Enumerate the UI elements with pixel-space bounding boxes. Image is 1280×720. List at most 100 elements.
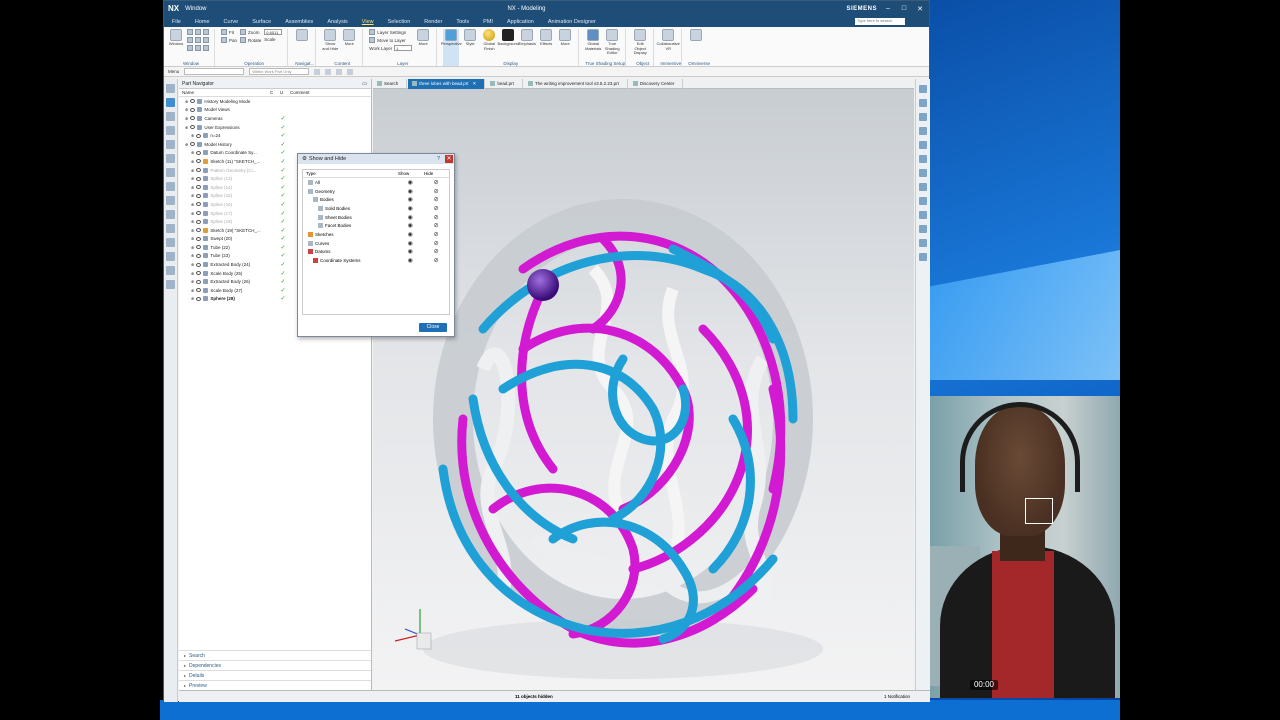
hide-eye-icon[interactable]: ⊘ bbox=[423, 214, 449, 221]
expand-icon[interactable]: ⊕ bbox=[185, 116, 188, 121]
layer-settings-button[interactable]: Layer Settings bbox=[369, 29, 412, 35]
view-tool-icon[interactable] bbox=[919, 225, 927, 233]
visibility-icon[interactable] bbox=[190, 116, 196, 121]
view-tool-icon[interactable] bbox=[919, 141, 927, 149]
constraint-navigator-icon[interactable] bbox=[166, 112, 175, 121]
column-u[interactable]: U bbox=[280, 90, 290, 95]
show-eye-icon[interactable]: ◉ bbox=[397, 205, 423, 212]
expand-icon[interactable]: ⊕ bbox=[191, 202, 194, 207]
panel-search[interactable]: ▸ Search bbox=[179, 650, 371, 660]
work-layer-input[interactable]: 1 bbox=[394, 45, 413, 51]
expand-icon[interactable]: ⊕ bbox=[191, 150, 194, 155]
dialog-title-bar[interactable]: ⚙ Show and Hide ? ✕ bbox=[298, 154, 454, 164]
minimize-icon[interactable]: – bbox=[883, 5, 893, 12]
view-tool-icon[interactable] bbox=[919, 197, 927, 205]
view-tool-icon[interactable] bbox=[919, 99, 927, 107]
visibility-icon[interactable] bbox=[196, 185, 202, 190]
visibility-icon[interactable] bbox=[196, 219, 202, 224]
menu-tab-selection[interactable]: Selection bbox=[388, 19, 411, 25]
maximize-icon[interactable]: □ bbox=[899, 5, 909, 12]
fit-button[interactable]: Fit bbox=[221, 29, 237, 35]
panel-preview[interactable]: ▸ Preview bbox=[179, 680, 371, 690]
expand-icon[interactable]: ⊕ bbox=[191, 245, 194, 250]
roles-icon[interactable] bbox=[166, 182, 175, 191]
view-tool-icon[interactable] bbox=[919, 85, 927, 93]
tool-icon[interactable] bbox=[166, 252, 175, 261]
hide-eye-icon[interactable]: ⊘ bbox=[423, 205, 449, 212]
tree-row[interactable]: ⊕ User Expressions ✓ bbox=[179, 123, 371, 132]
visibility-icon[interactable] bbox=[196, 262, 202, 267]
assembly-navigator-icon[interactable] bbox=[166, 84, 175, 93]
expand-icon[interactable]: ⊕ bbox=[191, 211, 194, 216]
visibility-icon[interactable] bbox=[196, 176, 202, 181]
system-scenes-icon[interactable] bbox=[166, 196, 175, 205]
menu-dropdown[interactable]: Menu bbox=[168, 69, 179, 74]
process-studio-icon[interactable] bbox=[166, 168, 175, 177]
visibility-icon[interactable] bbox=[190, 142, 196, 147]
expand-icon[interactable]: ⊕ bbox=[185, 142, 188, 147]
expand-icon[interactable]: ⊕ bbox=[185, 125, 188, 130]
visibility-icon[interactable] bbox=[196, 168, 202, 173]
expand-icon[interactable]: ⊕ bbox=[191, 253, 194, 258]
view-tool-icon[interactable] bbox=[919, 169, 927, 177]
visibility-icon[interactable] bbox=[196, 150, 202, 155]
select-icon[interactable] bbox=[314, 68, 321, 75]
command-search-input[interactable]: Type here to search bbox=[855, 18, 905, 25]
close-tab-icon[interactable]: ✕ bbox=[473, 81, 477, 87]
document-tab[interactable]: Search bbox=[373, 78, 408, 89]
show-eye-icon[interactable]: ◉ bbox=[397, 214, 423, 221]
tree-row[interactable]: ⊕ Model Views bbox=[179, 106, 371, 115]
snap-icon[interactable] bbox=[325, 68, 332, 75]
menu-tab-animation-designer[interactable]: Animation Designer bbox=[548, 19, 596, 25]
expand-icon[interactable]: ⊕ bbox=[191, 228, 194, 233]
zoom-button[interactable]: Zoom bbox=[240, 29, 261, 35]
reuse-library-icon[interactable] bbox=[166, 126, 175, 135]
column-c[interactable]: C bbox=[270, 90, 280, 95]
rotate-button[interactable]: Rotate bbox=[240, 37, 261, 43]
menu-tab-home[interactable]: Home bbox=[195, 19, 210, 25]
clock-icon[interactable] bbox=[166, 224, 175, 233]
snap-icon[interactable] bbox=[347, 68, 354, 75]
show-eye-icon[interactable]: ◉ bbox=[397, 222, 423, 229]
view-tool-icon[interactable] bbox=[919, 127, 927, 135]
visibility-icon[interactable] bbox=[196, 211, 202, 216]
show-eye-icon[interactable]: ◉ bbox=[397, 188, 423, 195]
document-tab[interactable]: bead.prt bbox=[486, 78, 523, 89]
expand-icon[interactable]: ⊕ bbox=[191, 185, 194, 190]
layout-icon[interactable] bbox=[203, 37, 209, 43]
tool-icon[interactable] bbox=[166, 280, 175, 289]
hide-eye-icon[interactable]: ⊘ bbox=[423, 248, 449, 255]
menu-tab-file[interactable]: File bbox=[172, 19, 181, 25]
layout-icon[interactable] bbox=[195, 29, 201, 35]
pan-button[interactable]: Pan bbox=[221, 37, 237, 43]
hide-eye-icon[interactable]: ⊘ bbox=[423, 196, 449, 203]
view-tool-icon[interactable] bbox=[919, 253, 927, 261]
expand-icon[interactable]: ⊕ bbox=[185, 99, 188, 104]
hide-eye-icon[interactable]: ⊘ bbox=[423, 257, 449, 264]
document-tab[interactable]: The writing improvement tool v3.5.2.23.p… bbox=[524, 78, 628, 89]
close-icon[interactable]: ✕ bbox=[915, 5, 925, 13]
view-tool-icon[interactable] bbox=[919, 211, 927, 219]
expand-icon[interactable]: ⊕ bbox=[191, 271, 194, 276]
close-button[interactable]: Close bbox=[419, 323, 447, 332]
menu-tab-assemblies[interactable]: Assemblies bbox=[285, 19, 313, 25]
visibility-icon[interactable] bbox=[196, 245, 202, 250]
document-tab[interactable]: three lobes with bead.prt ✕ bbox=[408, 78, 486, 89]
help-icon[interactable]: ? bbox=[437, 156, 440, 162]
type-filter-dropdown[interactable] bbox=[184, 68, 245, 75]
tree-row[interactable]: ⊕ n=24 ✓ bbox=[179, 131, 371, 140]
tree-row[interactable]: ⊕ History Modeling Mode bbox=[179, 97, 371, 106]
expand-icon[interactable]: ⊕ bbox=[191, 168, 194, 173]
notification-button[interactable]: 1 Notification bbox=[884, 694, 910, 699]
hide-eye-icon[interactable]: ⊘ bbox=[423, 222, 449, 229]
tool-icon[interactable] bbox=[166, 266, 175, 275]
scope-filter-dropdown[interactable]: Within Work Part Only bbox=[249, 68, 310, 75]
expand-icon[interactable]: ⊕ bbox=[191, 159, 194, 164]
web-browser-icon[interactable] bbox=[166, 154, 175, 163]
app-logo[interactable]: NX bbox=[168, 4, 179, 13]
expand-icon[interactable]: ⊕ bbox=[191, 262, 194, 267]
window-menu[interactable]: Window bbox=[185, 6, 206, 12]
visibility-icon[interactable] bbox=[196, 159, 202, 164]
visibility-icon[interactable] bbox=[190, 125, 196, 130]
menu-tab-pmi[interactable]: PMI bbox=[483, 19, 493, 25]
